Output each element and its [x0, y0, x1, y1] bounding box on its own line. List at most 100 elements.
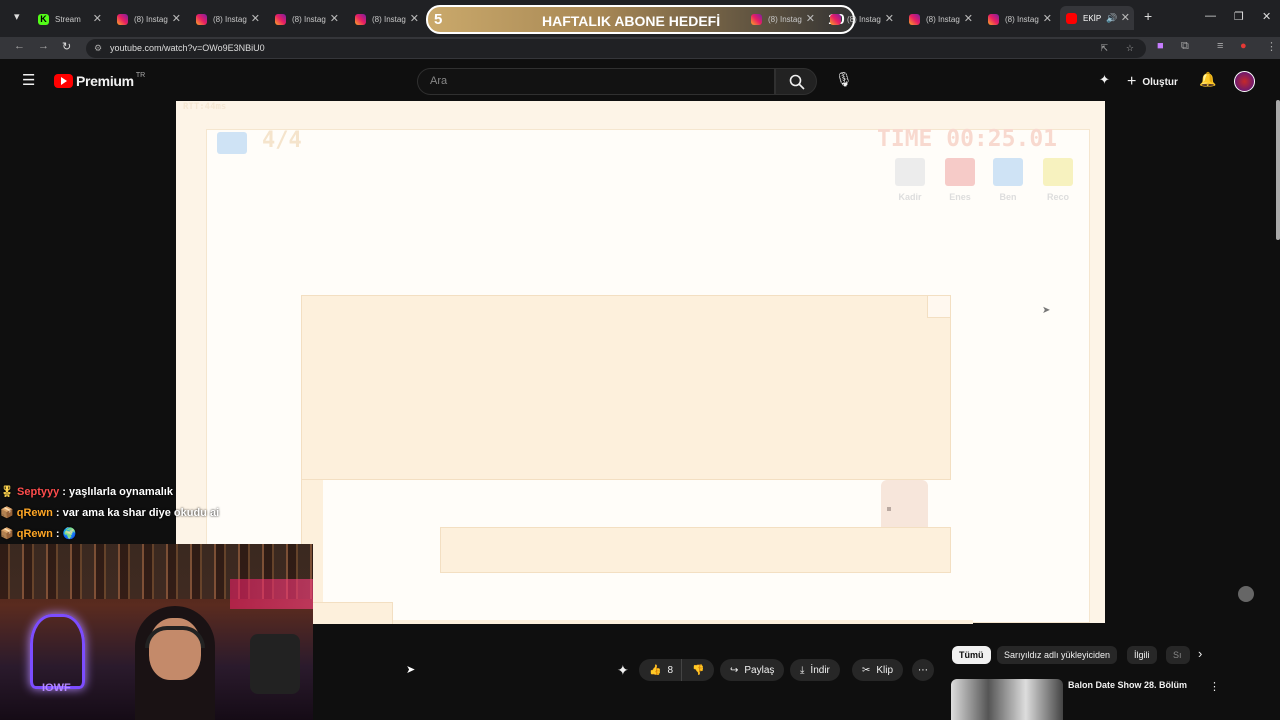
- instagram-icon: [275, 13, 286, 25]
- extension-icon[interactable]: ■: [1157, 40, 1164, 52]
- back-icon[interactable]: ←: [14, 40, 25, 52]
- player-kadir: Kadir: [890, 158, 930, 202]
- studio-icon[interactable]: ✦: [617, 662, 629, 679]
- video-player[interactable]: RTT:44ms 4/4 TIME 00:25.01 Kadir Enes Be…: [176, 101, 1105, 624]
- chip-related[interactable]: İlgili: [1127, 646, 1157, 664]
- microphone-arm: [250, 634, 300, 694]
- close-icon[interactable]: ✕: [885, 12, 894, 25]
- download-button-wrap: ⤓ İndir: [790, 659, 840, 681]
- tab-instagram[interactable]: (8) Instag ✕: [355, 8, 419, 30]
- cat-icon: [945, 158, 975, 186]
- close-icon[interactable]: ✕: [806, 12, 815, 25]
- chip-truncated[interactable]: Sı: [1166, 646, 1190, 664]
- chip-uploader[interactable]: Sarıyıldız adlı yükleyiciden: [997, 646, 1118, 664]
- browser-menu-icon[interactable]: ⋮: [1266, 40, 1277, 53]
- tab-instagram[interactable]: (8) Instag ✕: [117, 8, 181, 30]
- chip-label: Sarıyıldız adlı yükleyiciden: [1004, 650, 1111, 660]
- tab-instagram[interactable]: (8) Instag ✕: [909, 8, 973, 30]
- chat-message: 📦 qRewn : 🌍: [0, 527, 76, 540]
- close-icon[interactable]: ✕: [330, 12, 339, 25]
- download-button[interactable]: ⤓ İndir: [790, 659, 840, 681]
- tab-instagram[interactable]: (8) Instag ✕: [988, 8, 1052, 30]
- thumbs-down-icon: 👎: [692, 664, 705, 676]
- rtt-readout: RTT:44ms: [183, 102, 227, 112]
- speaker-icon[interactable]: 🔊: [1106, 13, 1117, 24]
- chat-message: 📦 qRewn : var ama ka shar diye okudu ai: [0, 506, 219, 519]
- close-icon[interactable]: ✕: [410, 12, 419, 25]
- youtube-header: ☰ Premium TR Ara 🎙 ✦ + Oluştur 🔔: [0, 59, 1280, 101]
- new-tab-icon[interactable]: +: [1144, 8, 1152, 24]
- level-cat-icon: [217, 132, 247, 154]
- search-button[interactable]: [775, 68, 817, 95]
- restore-icon[interactable]: ❐: [1234, 10, 1244, 23]
- youtube-logo[interactable]: Premium TR: [54, 72, 145, 89]
- tab-label: (8) Instag: [847, 14, 881, 24]
- profile-icon[interactable]: ●: [1240, 40, 1247, 52]
- notifications-bell-icon[interactable]: 🔔: [1199, 71, 1216, 88]
- share-button-wrap: ↪ Paylaş: [720, 659, 785, 681]
- chip-all[interactable]: Tümü: [952, 646, 991, 664]
- site-info-icon[interactable]: ⚙: [94, 39, 102, 58]
- microphone-icon[interactable]: 🎙: [835, 71, 853, 88]
- search-input[interactable]: Ara: [417, 68, 775, 95]
- level-block-lower: [440, 527, 951, 573]
- chip-label: İlgili: [1134, 650, 1150, 660]
- level-door: [927, 295, 951, 318]
- hamburger-menu-icon[interactable]: ☰: [22, 71, 35, 89]
- close-icon[interactable]: ✕: [93, 12, 102, 25]
- minimize-icon[interactable]: —: [1205, 10, 1216, 22]
- tab-search-icon[interactable]: ▾: [14, 10, 20, 23]
- close-icon[interactable]: ✕: [1043, 12, 1052, 25]
- cat-icon: [993, 158, 1023, 186]
- close-icon[interactable]: ✕: [172, 12, 181, 25]
- like-dislike-group: 👍 8 👎: [639, 659, 715, 681]
- video-thumbnail[interactable]: [951, 679, 1063, 720]
- chevron-right-icon[interactable]: ›: [1198, 646, 1202, 661]
- more-actions-button[interactable]: ⋯: [912, 659, 934, 681]
- tab-instagram[interactable]: (8) Instag ✕: [196, 8, 260, 30]
- close-icon[interactable]: ✕: [964, 12, 973, 25]
- more-vertical-icon[interactable]: ⋮: [1209, 680, 1220, 693]
- mouse-cursor-icon: ➤: [1042, 305, 1051, 316]
- page-scrollbar[interactable]: [1276, 100, 1280, 240]
- recommended-title[interactable]: Balon Date Show 28. Bölüm: [1068, 680, 1187, 690]
- chat-message: 🎖 Septyyy : yaşlılarla oynamalık: [0, 485, 173, 498]
- tab-stream[interactable]: K Stream ✕: [38, 8, 102, 30]
- studio-icon[interactable]: ✦: [1099, 72, 1110, 88]
- tab-instagram[interactable]: (8) Instag ✕: [275, 8, 339, 30]
- instagram-icon: [909, 13, 920, 25]
- avatar[interactable]: [1234, 71, 1255, 92]
- bookmark-star-icon[interactable]: ☆: [1126, 39, 1134, 58]
- media-control-icon[interactable]: ≡: [1217, 40, 1223, 52]
- player-name: Enes: [949, 192, 971, 202]
- reload-icon[interactable]: ↻: [62, 40, 71, 53]
- clip-button[interactable]: ✂ Klip: [852, 659, 904, 681]
- tab-instagram[interactable]: (8) Instag ✕: [830, 8, 894, 30]
- dislike-button[interactable]: 👎: [681, 659, 715, 681]
- game-canvas: 4/4 TIME 00:25.01 Kadir Enes Ben Reco: [206, 126, 1090, 624]
- close-icon[interactable]: ✕: [1121, 11, 1130, 24]
- close-icon[interactable]: ✕: [251, 12, 260, 25]
- level-floor-step: [301, 602, 393, 624]
- tab-label: (8) Instag: [1005, 14, 1039, 24]
- tab-instagram[interactable]: (8) Instag ✕: [751, 8, 815, 30]
- player-name: Ben: [999, 192, 1017, 202]
- like-button[interactable]: 👍 8: [639, 659, 682, 681]
- player-cat-sprite: [881, 480, 928, 527]
- cat-icon: [895, 158, 925, 186]
- install-app-icon[interactable]: ⇱: [1100, 39, 1108, 58]
- tab-label: (8) Instag: [134, 14, 168, 24]
- tab-youtube-active[interactable]: EKİP 🔊 ✕: [1060, 6, 1134, 30]
- close-window-icon[interactable]: ✕: [1262, 10, 1271, 23]
- badge-icon: 📦: [0, 528, 14, 540]
- chat-bubble-icon[interactable]: [1238, 586, 1254, 602]
- thumbs-up-icon: 👍: [649, 664, 662, 676]
- share-button[interactable]: ↪ Paylaş: [720, 659, 785, 681]
- create-button[interactable]: + Oluştur: [1127, 73, 1178, 91]
- url-text: youtube.com/watch?v=OWo9E3NBiU0: [110, 43, 265, 53]
- extensions-puzzle-icon[interactable]: ⧉: [1181, 40, 1189, 53]
- forward-icon[interactable]: →: [38, 40, 49, 52]
- url-field[interactable]: ⚙ youtube.com/watch?v=OWo9E3NBiU0 ⇱ ☆: [86, 39, 1146, 58]
- search-icon: [789, 74, 805, 90]
- like-count: 8: [667, 664, 674, 676]
